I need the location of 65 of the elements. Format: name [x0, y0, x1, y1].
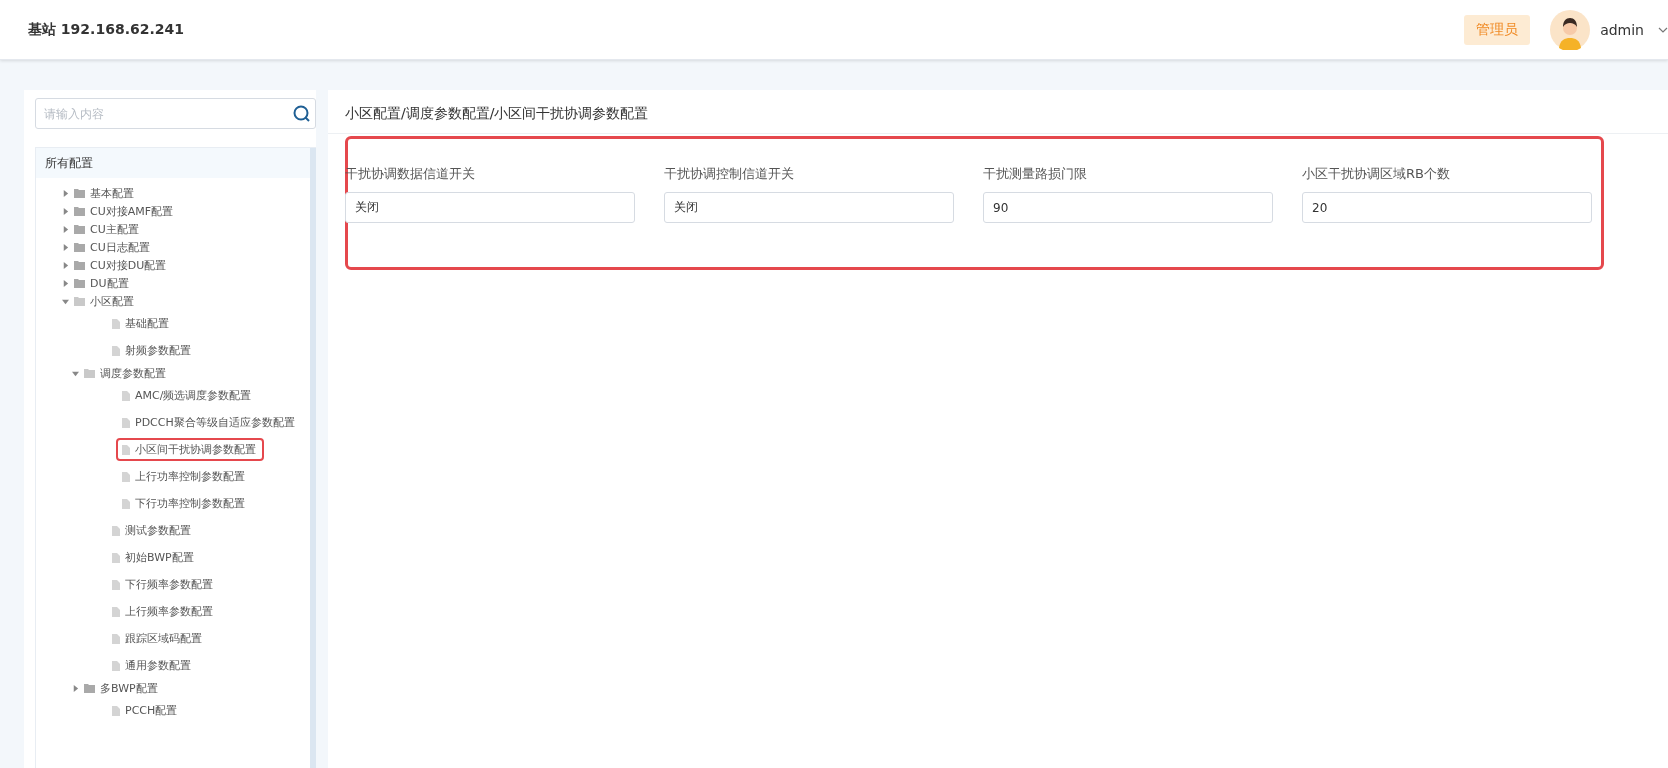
- chevron-down-icon[interactable]: [1658, 25, 1668, 34]
- document-icon: [112, 318, 120, 329]
- caret-icon[interactable]: [62, 261, 69, 269]
- username[interactable]: admin: [1600, 21, 1644, 38]
- tree-item[interactable]: AMC/频选调度参数配置: [116, 384, 260, 407]
- tree-item[interactable]: 下行频率参数配置: [106, 573, 221, 596]
- tree-item[interactable]: 调度参数配置: [66, 361, 174, 385]
- role-badge: 管理员: [1464, 14, 1531, 45]
- caret-icon[interactable]: [62, 189, 69, 197]
- avatar-icon[interactable]: [1550, 9, 1591, 50]
- tree-item[interactable]: 测试参数配置: [106, 519, 199, 542]
- document-icon: [112, 606, 120, 617]
- folder-icon: [74, 260, 85, 270]
- field-label: 小区干扰协调区域RB个数: [1302, 165, 1451, 183]
- field-label: 干扰协调控制信道开关: [664, 165, 795, 183]
- caret-icon[interactable]: [62, 243, 69, 251]
- document-icon: [112, 552, 120, 563]
- document-icon: [112, 660, 120, 671]
- folder-icon: [84, 683, 95, 693]
- document-icon: [112, 525, 120, 536]
- folder-icon: [74, 206, 85, 216]
- document-icon: [122, 471, 130, 482]
- breadcrumb: 小区配置/调度参数配置/小区间干扰协调参数配置: [328, 90, 1668, 134]
- folder-icon: [74, 224, 85, 234]
- input-field[interactable]: 90: [983, 192, 1273, 223]
- open-folder-icon: [74, 296, 85, 306]
- folder-icon: [74, 278, 85, 288]
- station-title: 基站 192.168.62.241: [28, 20, 184, 39]
- search-field[interactable]: 请输入内容: [35, 98, 316, 129]
- document-icon: [112, 705, 120, 716]
- tree-item[interactable]: PCCH配置: [106, 699, 186, 722]
- tree-root[interactable]: 所有配置: [36, 148, 310, 178]
- tree-item[interactable]: 上行功率控制参数配置: [116, 465, 253, 488]
- caret-icon[interactable]: [62, 225, 69, 233]
- document-icon: [122, 498, 130, 509]
- input-field[interactable]: 关闭: [664, 192, 954, 223]
- tree-item[interactable]: PDCCH聚合等级自适应参数配置: [116, 411, 303, 434]
- tree-item[interactable]: 基础配置: [106, 312, 177, 335]
- tree-item[interactable]: 上行频率参数配置: [106, 600, 221, 623]
- tree-item[interactable]: 跟踪区域码配置: [106, 627, 210, 650]
- tree-item[interactable]: 小区间干扰协调参数配置: [116, 438, 264, 461]
- field-label: 干扰测量路损门限: [983, 165, 1088, 183]
- search-icon[interactable]: [293, 105, 310, 122]
- scrollbar[interactable]: [310, 148, 316, 768]
- folder-icon: [74, 242, 85, 252]
- document-icon: [112, 633, 120, 644]
- document-icon: [112, 345, 120, 356]
- caret-icon[interactable]: [62, 279, 69, 287]
- open-folder-icon: [84, 368, 95, 378]
- caret-icon[interactable]: [72, 369, 79, 377]
- tree-item[interactable]: 射频参数配置: [106, 339, 199, 362]
- caret-icon[interactable]: [62, 297, 69, 305]
- input-field[interactable]: 20: [1302, 192, 1592, 223]
- document-icon: [122, 444, 130, 455]
- tree-item[interactable]: 通用参数配置: [106, 654, 199, 677]
- document-icon: [122, 417, 130, 428]
- caret-icon[interactable]: [62, 207, 69, 215]
- caret-icon[interactable]: [72, 684, 79, 692]
- tree-item[interactable]: 下行功率控制参数配置: [116, 492, 253, 515]
- tree-item[interactable]: 多BWP配置: [66, 676, 166, 700]
- tree-item[interactable]: 初始BWP配置: [106, 546, 202, 569]
- folder-icon: [74, 188, 85, 198]
- document-icon: [112, 579, 120, 590]
- input-field[interactable]: 关闭: [345, 192, 635, 223]
- document-icon: [122, 390, 130, 401]
